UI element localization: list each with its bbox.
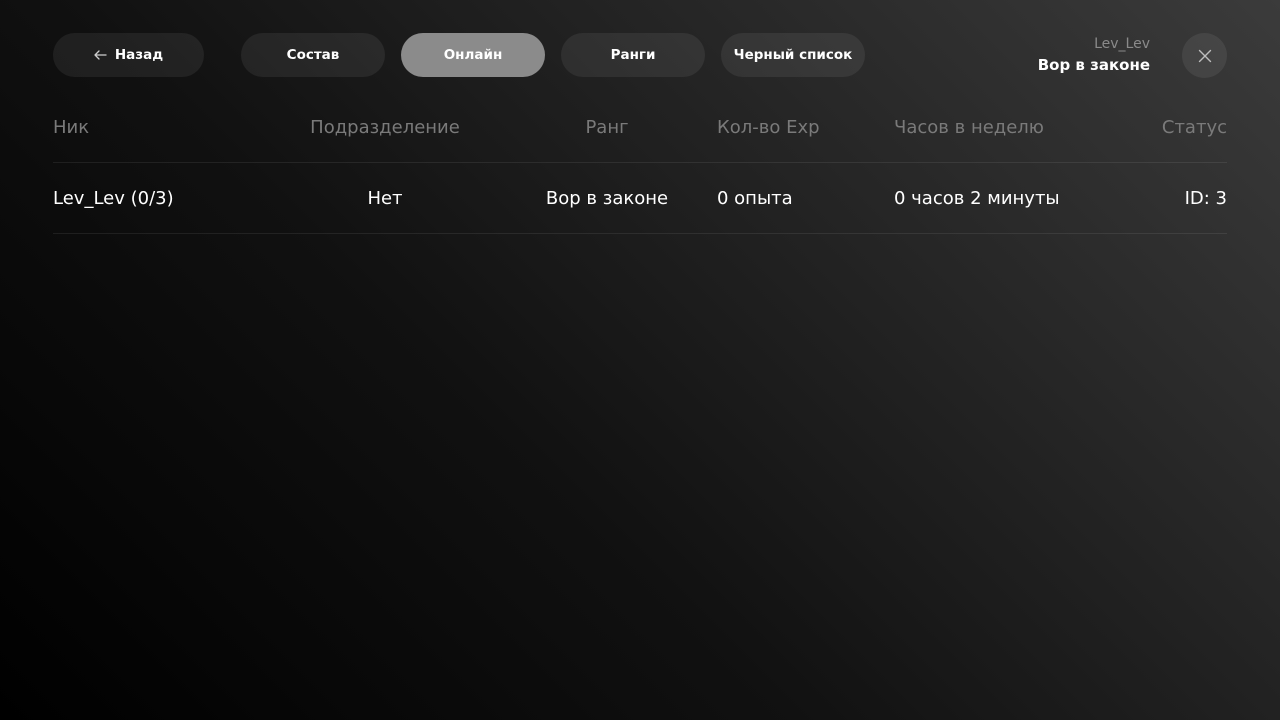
tab-label: Черный список — [733, 47, 853, 63]
back-button[interactable]: Назад — [53, 33, 204, 77]
tab-label: Онлайн — [443, 47, 503, 63]
user-rank: Вор в законе — [1037, 56, 1150, 74]
header-division: Подразделение — [310, 117, 460, 138]
tab-label: Состав — [286, 47, 340, 63]
table-header: Ник Подразделение Ранг Кол-во Exp Часов … — [53, 108, 1227, 163]
tab-ranks[interactable]: Ранги — [561, 33, 705, 77]
header-hours: Часов в неделю — [894, 117, 1044, 138]
user-info: Lev_Lev Вор в законе — [1038, 34, 1150, 76]
cell-exp: 0 опыта — [717, 187, 793, 209]
header-status: Статус — [1161, 117, 1227, 138]
cell-nick: Lev_Lev (0/3) — [53, 187, 174, 209]
arrow-left-icon — [94, 50, 107, 60]
close-icon — [1198, 49, 1211, 62]
tab-sostav[interactable]: Состав — [241, 33, 385, 77]
user-name: Lev_Lev — [1094, 36, 1150, 52]
tab-online[interactable]: Онлайн — [401, 33, 545, 77]
table-row[interactable]: Lev_Lev (0/3) Нет Вор в законе 0 опыта 0… — [53, 163, 1227, 234]
cell-rank: Вор в законе — [545, 187, 669, 209]
back-button-label: Назад — [114, 47, 164, 63]
cell-division: Нет — [367, 187, 403, 209]
cell-hours: 0 часов 2 минуты — [894, 187, 1060, 209]
header-exp: Кол-во Exp — [717, 117, 820, 138]
members-table: Ник Подразделение Ранг Кол-во Exp Часов … — [53, 108, 1227, 234]
tab-blacklist[interactable]: Черный список — [721, 33, 865, 77]
tab-label: Ранги — [610, 47, 656, 63]
cell-status: ID: 3 — [1184, 187, 1227, 209]
header-rank: Ранг — [585, 117, 629, 138]
close-button[interactable] — [1182, 33, 1227, 78]
header-nick: Ник — [53, 117, 90, 138]
